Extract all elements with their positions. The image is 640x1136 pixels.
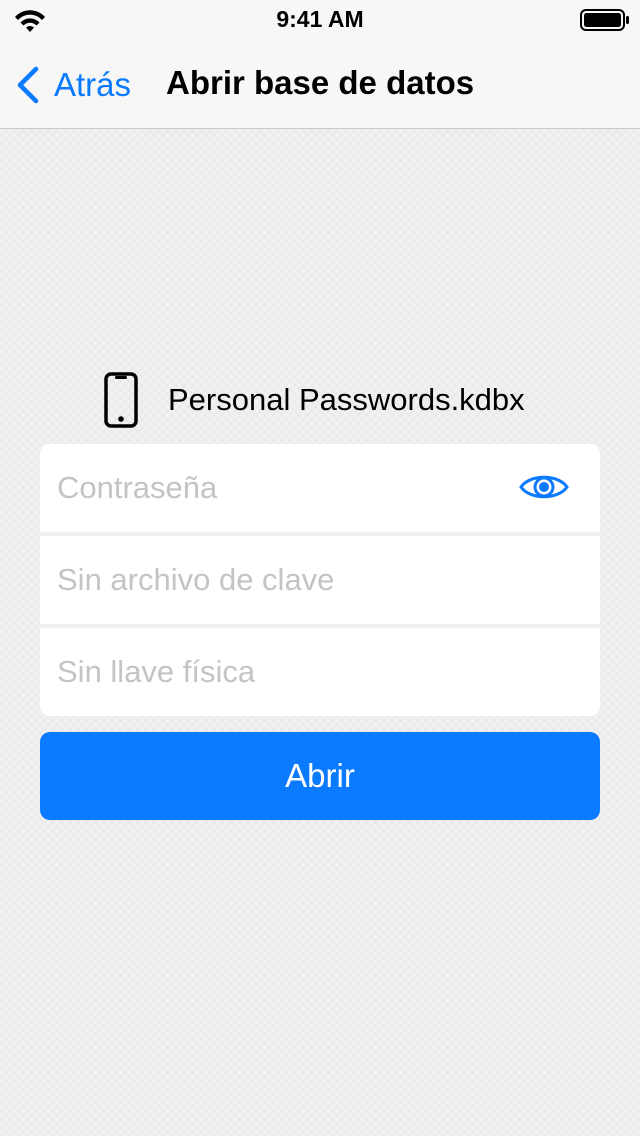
- hardware-key-field[interactable]: Sin llave física: [40, 628, 600, 716]
- keyfile-field[interactable]: Sin archivo de clave: [40, 536, 600, 624]
- credentials-form: Contraseña Sin archivo de clave Sin llav…: [40, 444, 600, 716]
- status-bar: 9:41 AM: [0, 0, 640, 40]
- chevron-left-icon: [17, 66, 39, 104]
- password-field[interactable]: Contraseña: [40, 444, 600, 532]
- password-placeholder: Contraseña: [57, 470, 218, 505]
- back-label: Atrás: [54, 66, 132, 103]
- page-title: Abrir base de datos: [166, 64, 475, 101]
- battery-icon: [580, 9, 629, 31]
- database-file-row: Personal Passwords.kdbx: [104, 370, 525, 430]
- open-button[interactable]: Abrir: [40, 732, 600, 820]
- eye-icon[interactable]: [518, 470, 570, 504]
- hardware-key-placeholder: Sin llave física: [57, 654, 256, 689]
- database-file-name: Personal Passwords.kdbx: [168, 382, 525, 417]
- status-time: 9:41 AM: [276, 6, 364, 32]
- back-button[interactable]: Atrás: [14, 62, 131, 108]
- navigation-bar: Atrás Abrir base de datos: [0, 40, 640, 129]
- phone-icon: [104, 372, 138, 428]
- keyfile-placeholder: Sin archivo de clave: [57, 562, 335, 597]
